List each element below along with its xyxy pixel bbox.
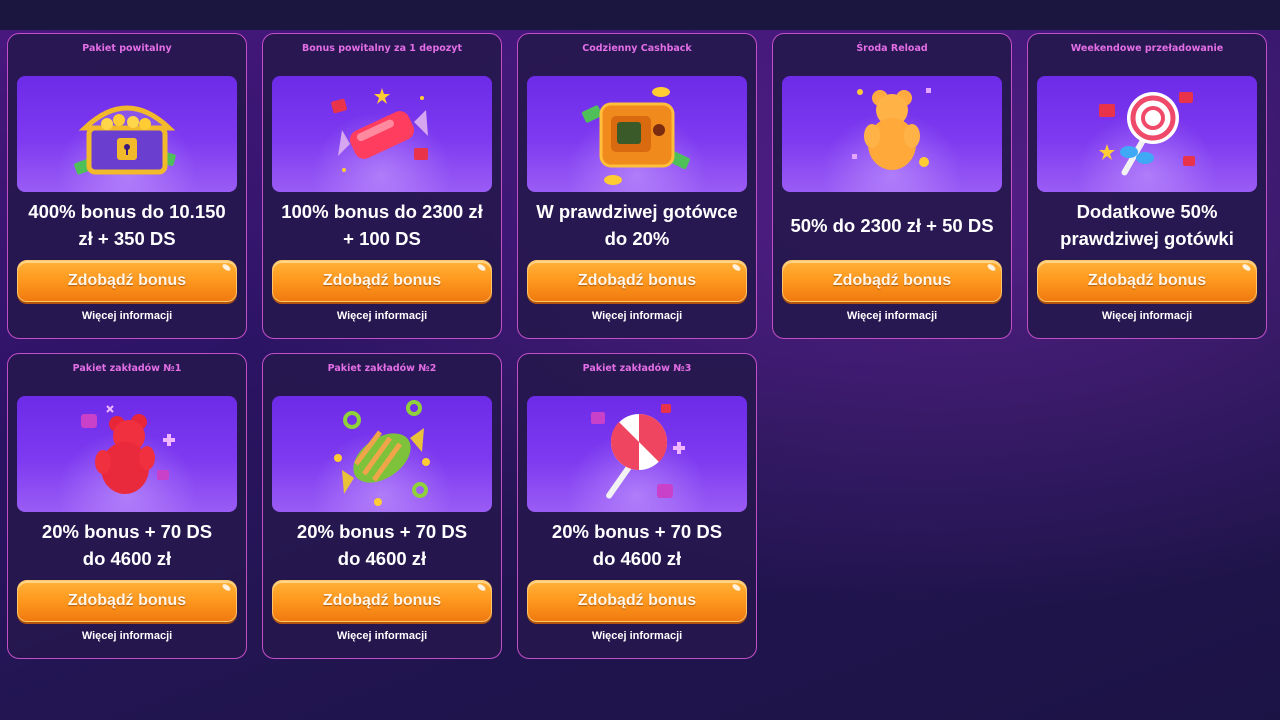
bonus-banner: [527, 396, 747, 512]
offer-line: + 100 DS: [343, 228, 421, 249]
bonus-offer: 20% bonus + 70 DS do 4600 zł: [17, 516, 237, 574]
bonus-card-label: Pakiet powitalny: [82, 43, 172, 54]
bonus-card-label: Bonus powitalny za 1 depozyt: [301, 43, 463, 54]
bonus-card-label: Środa Reload: [856, 43, 928, 54]
more-info-link[interactable]: Więcej informacji: [272, 310, 492, 322]
bonus-offer: Dodatkowe 50% prawdziwej gotówki: [1037, 196, 1257, 254]
more-info-link[interactable]: Więcej informacji: [1037, 310, 1257, 322]
offer-line: 50% do 2300 zł + 50 DS: [790, 214, 994, 236]
bonus-offer: 400% bonus do 10.150 zł + 350 DS: [17, 196, 237, 254]
bonus-banner: [527, 76, 747, 192]
bonus-card-label: Pakiet zakładów №1: [72, 363, 182, 374]
bonus-card: Weekendowe przeładowanie Dodatkowe 50% pr…: [1027, 33, 1267, 339]
bonus-offer: 20% bonus + 70 DS do 4600 zł: [527, 516, 747, 574]
bonus-card-label: Codzienny Cashback: [582, 43, 692, 54]
offer-line: 400% bonus do 10.150: [28, 201, 226, 222]
get-bonus-button[interactable]: Zdobądź bonus: [527, 580, 747, 622]
bonus-offer: 50% do 2300 zł + 50 DS: [782, 196, 1002, 254]
gummy-bear-icon: [852, 88, 931, 170]
bonus-card: Pakiet zakładów №3 20% bonus + 70 DS do 4…: [517, 353, 757, 659]
bonus-banner: [272, 76, 492, 192]
bonus-card: Pakiet zakładów №1 20% bonus + 70 DS do 4…: [7, 353, 247, 659]
bonus-banner: [17, 396, 237, 512]
offer-line: do 20%: [604, 228, 670, 249]
offer-line: 20% bonus + 70 DS: [41, 521, 213, 542]
more-info-link[interactable]: Więcej informacji: [782, 310, 1002, 322]
bonus-banner: [272, 396, 492, 512]
safe-icon: [581, 87, 690, 185]
bonus-card: Bonus powitalny za 1 depozyt 100% bonus …: [262, 33, 502, 339]
more-info-link[interactable]: Więcej informacji: [272, 630, 492, 642]
get-bonus-button[interactable]: Zdobądź bonus: [527, 260, 747, 302]
treasure-chest-icon: [74, 105, 176, 175]
candy-icon: [331, 88, 428, 172]
bonus-banner: [782, 76, 1002, 192]
bonus-offer: 100% bonus do 2300 zł + 100 DS: [272, 196, 492, 254]
get-bonus-button[interactable]: Zdobądź bonus: [17, 260, 237, 302]
candy-icon: [334, 400, 430, 506]
bonus-banner: [17, 76, 237, 192]
more-info-link[interactable]: Więcej informacji: [17, 630, 237, 642]
bonus-card-label: Weekendowe przeładowanie: [1070, 43, 1224, 54]
bonus-offer: 20% bonus + 70 DS do 4600 zł: [272, 516, 492, 574]
bonus-card: Codzienny Cashback W prawdziwej gotówce d…: [517, 33, 757, 339]
bonus-card-label: Pakiet zakładów №2: [327, 363, 437, 374]
get-bonus-button[interactable]: Zdobądź bonus: [272, 580, 492, 622]
offer-line: prawdziwej gotówki: [1060, 228, 1234, 249]
bonus-grid: Pakiet powitalny 400% bonus do 10.150 zł …: [7, 33, 1267, 659]
get-bonus-button[interactable]: Zdobądź bonus: [782, 260, 1002, 302]
offer-line: do 4600 zł: [592, 548, 682, 569]
bonus-card: Pakiet zakładów №2 20% bonus + 70 DS do 4…: [262, 353, 502, 659]
gummy-bear-icon: [81, 405, 175, 494]
bonus-card: Środa Reload 50% do 2300 zł + 50 DS Zdob…: [772, 33, 1012, 339]
offer-line: 20% bonus + 70 DS: [551, 521, 723, 542]
get-bonus-button[interactable]: Zdobądź bonus: [17, 580, 237, 622]
get-bonus-button[interactable]: Zdobądź bonus: [1037, 260, 1257, 302]
offer-line: Dodatkowe 50%: [1076, 201, 1218, 222]
offer-line: zł + 350 DS: [78, 228, 176, 249]
lollipop-icon: [1099, 92, 1195, 176]
more-info-link[interactable]: Więcej informacji: [527, 310, 747, 322]
bonus-card: Pakiet powitalny 400% bonus do 10.150 zł …: [7, 33, 247, 339]
top-bar: [0, 0, 1280, 30]
offer-line: do 4600 zł: [82, 548, 172, 569]
more-info-link[interactable]: Więcej informacji: [17, 310, 237, 322]
bonus-banner: [1037, 76, 1257, 192]
offer-line: W prawdziwej gotówce: [536, 201, 738, 222]
bonus-card-label: Pakiet zakładów №3: [582, 363, 692, 374]
lollipop-icon: [591, 404, 685, 499]
more-info-link[interactable]: Więcej informacji: [527, 630, 747, 642]
offer-line: 20% bonus + 70 DS: [296, 521, 468, 542]
bonus-offer: W prawdziwej gotówce do 20%: [527, 196, 747, 254]
offer-line: 100% bonus do 2300 zł: [281, 201, 483, 222]
get-bonus-button[interactable]: Zdobądź bonus: [272, 260, 492, 302]
offer-line: do 4600 zł: [337, 548, 427, 569]
